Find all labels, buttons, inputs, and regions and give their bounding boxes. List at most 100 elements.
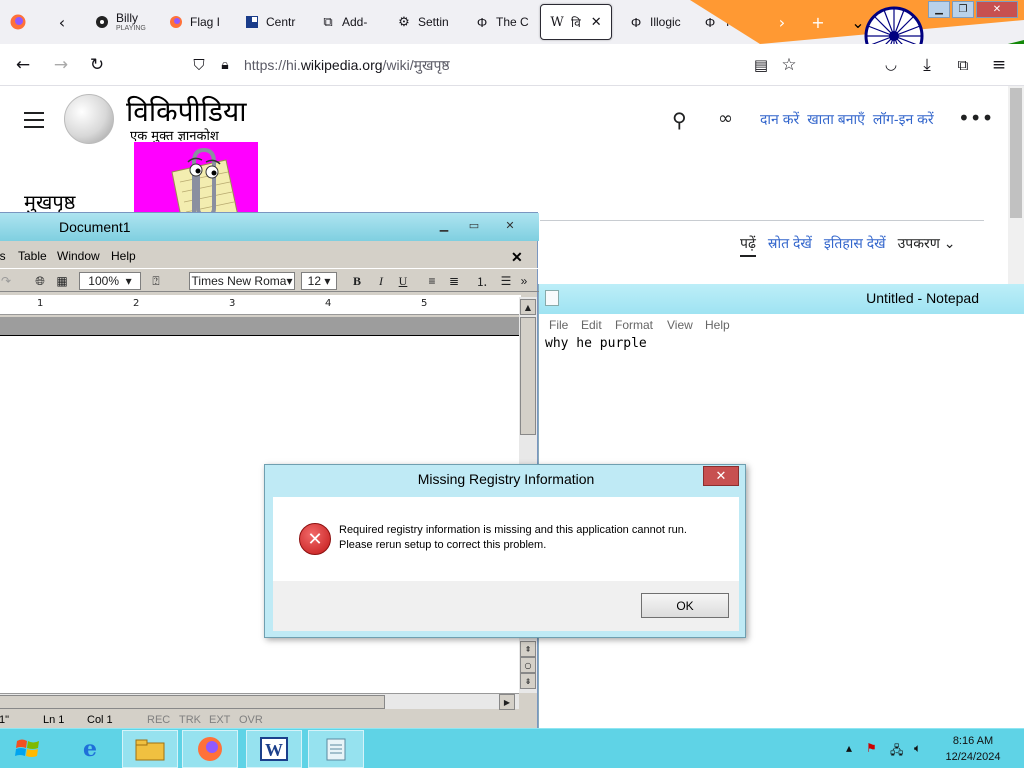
donate-link[interactable]: दान करें xyxy=(760,111,799,127)
tab-scroll-right-icon[interactable]: › xyxy=(772,12,792,32)
notepad-taskbar-icon[interactable] xyxy=(308,730,364,768)
redo-icon[interactable]: ↷ xyxy=(0,272,13,290)
font-size-select[interactable]: 12 ▾ xyxy=(301,272,337,290)
more-options-icon[interactable]: ••• xyxy=(958,106,993,130)
close-document-icon[interactable]: ✕ xyxy=(511,249,523,266)
tab-the-c-2[interactable]: Φ The C xyxy=(694,4,760,40)
menu-window[interactable]: Window xyxy=(57,249,100,263)
scroll-up-icon[interactable]: ▲ xyxy=(520,299,536,315)
tools-menu[interactable]: उपकरण ⌄ xyxy=(898,235,956,251)
tab-wikipedia-active[interactable]: W वि ✕ xyxy=(540,4,612,40)
system-clock[interactable]: 8:16 AM 12/24/2024 xyxy=(930,733,1016,765)
forward-icon[interactable]: → xyxy=(50,54,72,76)
word-minimize-icon[interactable]: ▁ xyxy=(431,216,457,234)
zoom-select[interactable]: 100% ▾ xyxy=(79,272,141,290)
minimize-icon[interactable]: ▁ xyxy=(928,1,950,18)
select-browse-object-icon[interactable]: ○ xyxy=(520,657,536,673)
ok-button[interactable]: OK xyxy=(641,593,729,618)
file-explorer-icon[interactable] xyxy=(122,730,178,768)
tab-central[interactable]: Centr xyxy=(236,4,306,40)
start-button[interactable] xyxy=(0,730,56,768)
status-ext[interactable]: EXT xyxy=(209,714,230,726)
scroll-thumb[interactable] xyxy=(520,317,536,435)
back-icon[interactable]: ← xyxy=(12,54,34,76)
notepad-title-bar[interactable]: Untitled - Notepad xyxy=(539,284,1024,314)
main-menu-icon[interactable] xyxy=(24,112,44,128)
list-all-tabs-icon[interactable]: ⌄ xyxy=(848,12,868,32)
horizontal-ruler[interactable]: 1 2 3 4 5 xyxy=(0,295,521,315)
horizontal-scroll-thumb[interactable] xyxy=(0,695,385,709)
lock-icon[interactable]: 🔒︎ xyxy=(214,54,236,76)
bullets-icon[interactable]: ☰ xyxy=(497,272,515,290)
tab-view-source[interactable]: स्रोत देखें xyxy=(768,235,812,251)
bookmark-star-icon[interactable]: ☆ xyxy=(778,54,800,76)
web-toolbar-icon[interactable]: 🌐︎ xyxy=(31,272,49,290)
status-trk[interactable]: TRK xyxy=(179,714,201,726)
url-bar[interactable]: https://hi.wikipedia.org/wiki/मुखपृष्ठ xyxy=(244,56,450,75)
internet-explorer-icon[interactable]: e xyxy=(62,730,118,768)
tab-history[interactable]: इतिहास देखें xyxy=(824,235,886,251)
login-link[interactable]: लॉग-इन करें xyxy=(873,111,934,127)
menu-help[interactable]: Help xyxy=(705,318,730,332)
new-tab-icon[interactable]: + xyxy=(808,12,828,32)
toolbar-options-icon[interactable]: » xyxy=(519,272,529,290)
action-center-flag-icon[interactable]: ⚑ xyxy=(866,741,877,755)
create-account-link[interactable]: खाता बनाएँ xyxy=(807,111,865,127)
italic-icon[interactable]: I xyxy=(373,272,389,290)
tab-the-c-1[interactable]: Φ The C xyxy=(466,4,532,40)
menu-view[interactable]: View xyxy=(667,318,693,332)
tab-settings[interactable]: ⚙ Settin xyxy=(388,4,458,40)
word-maximize-icon[interactable]: ▭ xyxy=(461,216,487,234)
tab-scroll-left-icon[interactable]: ‹ xyxy=(52,12,72,32)
bold-icon[interactable]: B xyxy=(349,272,365,290)
scroll-right-icon[interactable]: ▶ xyxy=(499,694,515,710)
tables-icon[interactable]: ▦ xyxy=(53,272,71,290)
numbering-icon[interactable]: ⒈ xyxy=(473,272,491,290)
word-close-icon[interactable]: ✕ xyxy=(497,216,523,234)
word-title-bar[interactable]: Document1 ▁ ▭ ✕ xyxy=(0,213,539,241)
menu-file[interactable]: File xyxy=(549,318,568,332)
volume-icon[interactable]: 🔈︎ xyxy=(914,741,921,756)
menu-help[interactable]: Help xyxy=(111,249,136,263)
site-title[interactable]: विकिपीडिया xyxy=(126,92,246,130)
downloads-icon[interactable]: ⤓ xyxy=(916,54,938,76)
tab-billy[interactable]: Billy PLAYING xyxy=(86,4,150,40)
reload-icon[interactable]: ↻ xyxy=(86,54,108,76)
underline-icon[interactable]: U xyxy=(395,272,411,290)
close-window-icon[interactable]: ✕ xyxy=(976,1,1018,18)
tab-addons[interactable]: ⧉ Add- xyxy=(312,4,382,40)
horizontal-scrollbar[interactable]: ▶ xyxy=(0,693,519,710)
word-taskbar-icon[interactable]: W xyxy=(246,730,302,768)
dialog-close-icon[interactable]: ✕ xyxy=(703,466,739,486)
tab-read[interactable]: पढ़ें xyxy=(740,235,756,257)
app-menu-icon[interactable]: ≡ xyxy=(988,54,1010,76)
scrollbar-thumb[interactable] xyxy=(1010,88,1022,218)
status-ovr[interactable]: OVR xyxy=(239,714,263,726)
next-page-icon[interactable]: ⇟ xyxy=(520,673,536,689)
align-center-icon[interactable]: ≣ xyxy=(445,272,463,290)
menu-edit[interactable]: Edit xyxy=(581,318,602,332)
firefox-view-icon[interactable] xyxy=(8,12,28,32)
menu-table[interactable]: Table xyxy=(18,249,47,263)
shield-icon[interactable]: ⛉ xyxy=(188,54,210,76)
notepad-text-area[interactable]: why he purple xyxy=(545,336,647,351)
extensions-icon[interactable]: ⧉ xyxy=(952,54,974,76)
appearance-icon[interactable]: ∞ xyxy=(718,108,733,129)
search-icon[interactable]: ⚲ xyxy=(672,108,687,132)
reader-view-icon[interactable]: ▤ xyxy=(750,54,772,76)
pocket-icon[interactable]: ◡ xyxy=(880,54,902,76)
align-left-icon[interactable]: ≡ xyxy=(423,272,441,290)
tab-illogic[interactable]: Φ Illogic xyxy=(620,4,686,40)
previous-page-icon[interactable]: ⇞ xyxy=(520,641,536,657)
menu-format[interactable]: Format xyxy=(615,318,653,332)
menu-tools[interactable]: ls xyxy=(0,249,6,263)
wikipedia-logo[interactable] xyxy=(64,94,114,144)
help-icon[interactable]: ⍰ xyxy=(147,272,165,290)
tab-flag[interactable]: Flag I xyxy=(160,4,226,40)
tab-close-icon[interactable]: ✕ xyxy=(591,14,602,30)
maximize-icon[interactable]: ❐ xyxy=(952,1,974,18)
firefox-taskbar-icon[interactable] xyxy=(182,730,238,768)
network-icon[interactable]: 🖧︎ xyxy=(890,741,903,762)
status-rec[interactable]: REC xyxy=(147,714,170,726)
font-select[interactable]: Times New Roma ▾ xyxy=(189,272,295,290)
